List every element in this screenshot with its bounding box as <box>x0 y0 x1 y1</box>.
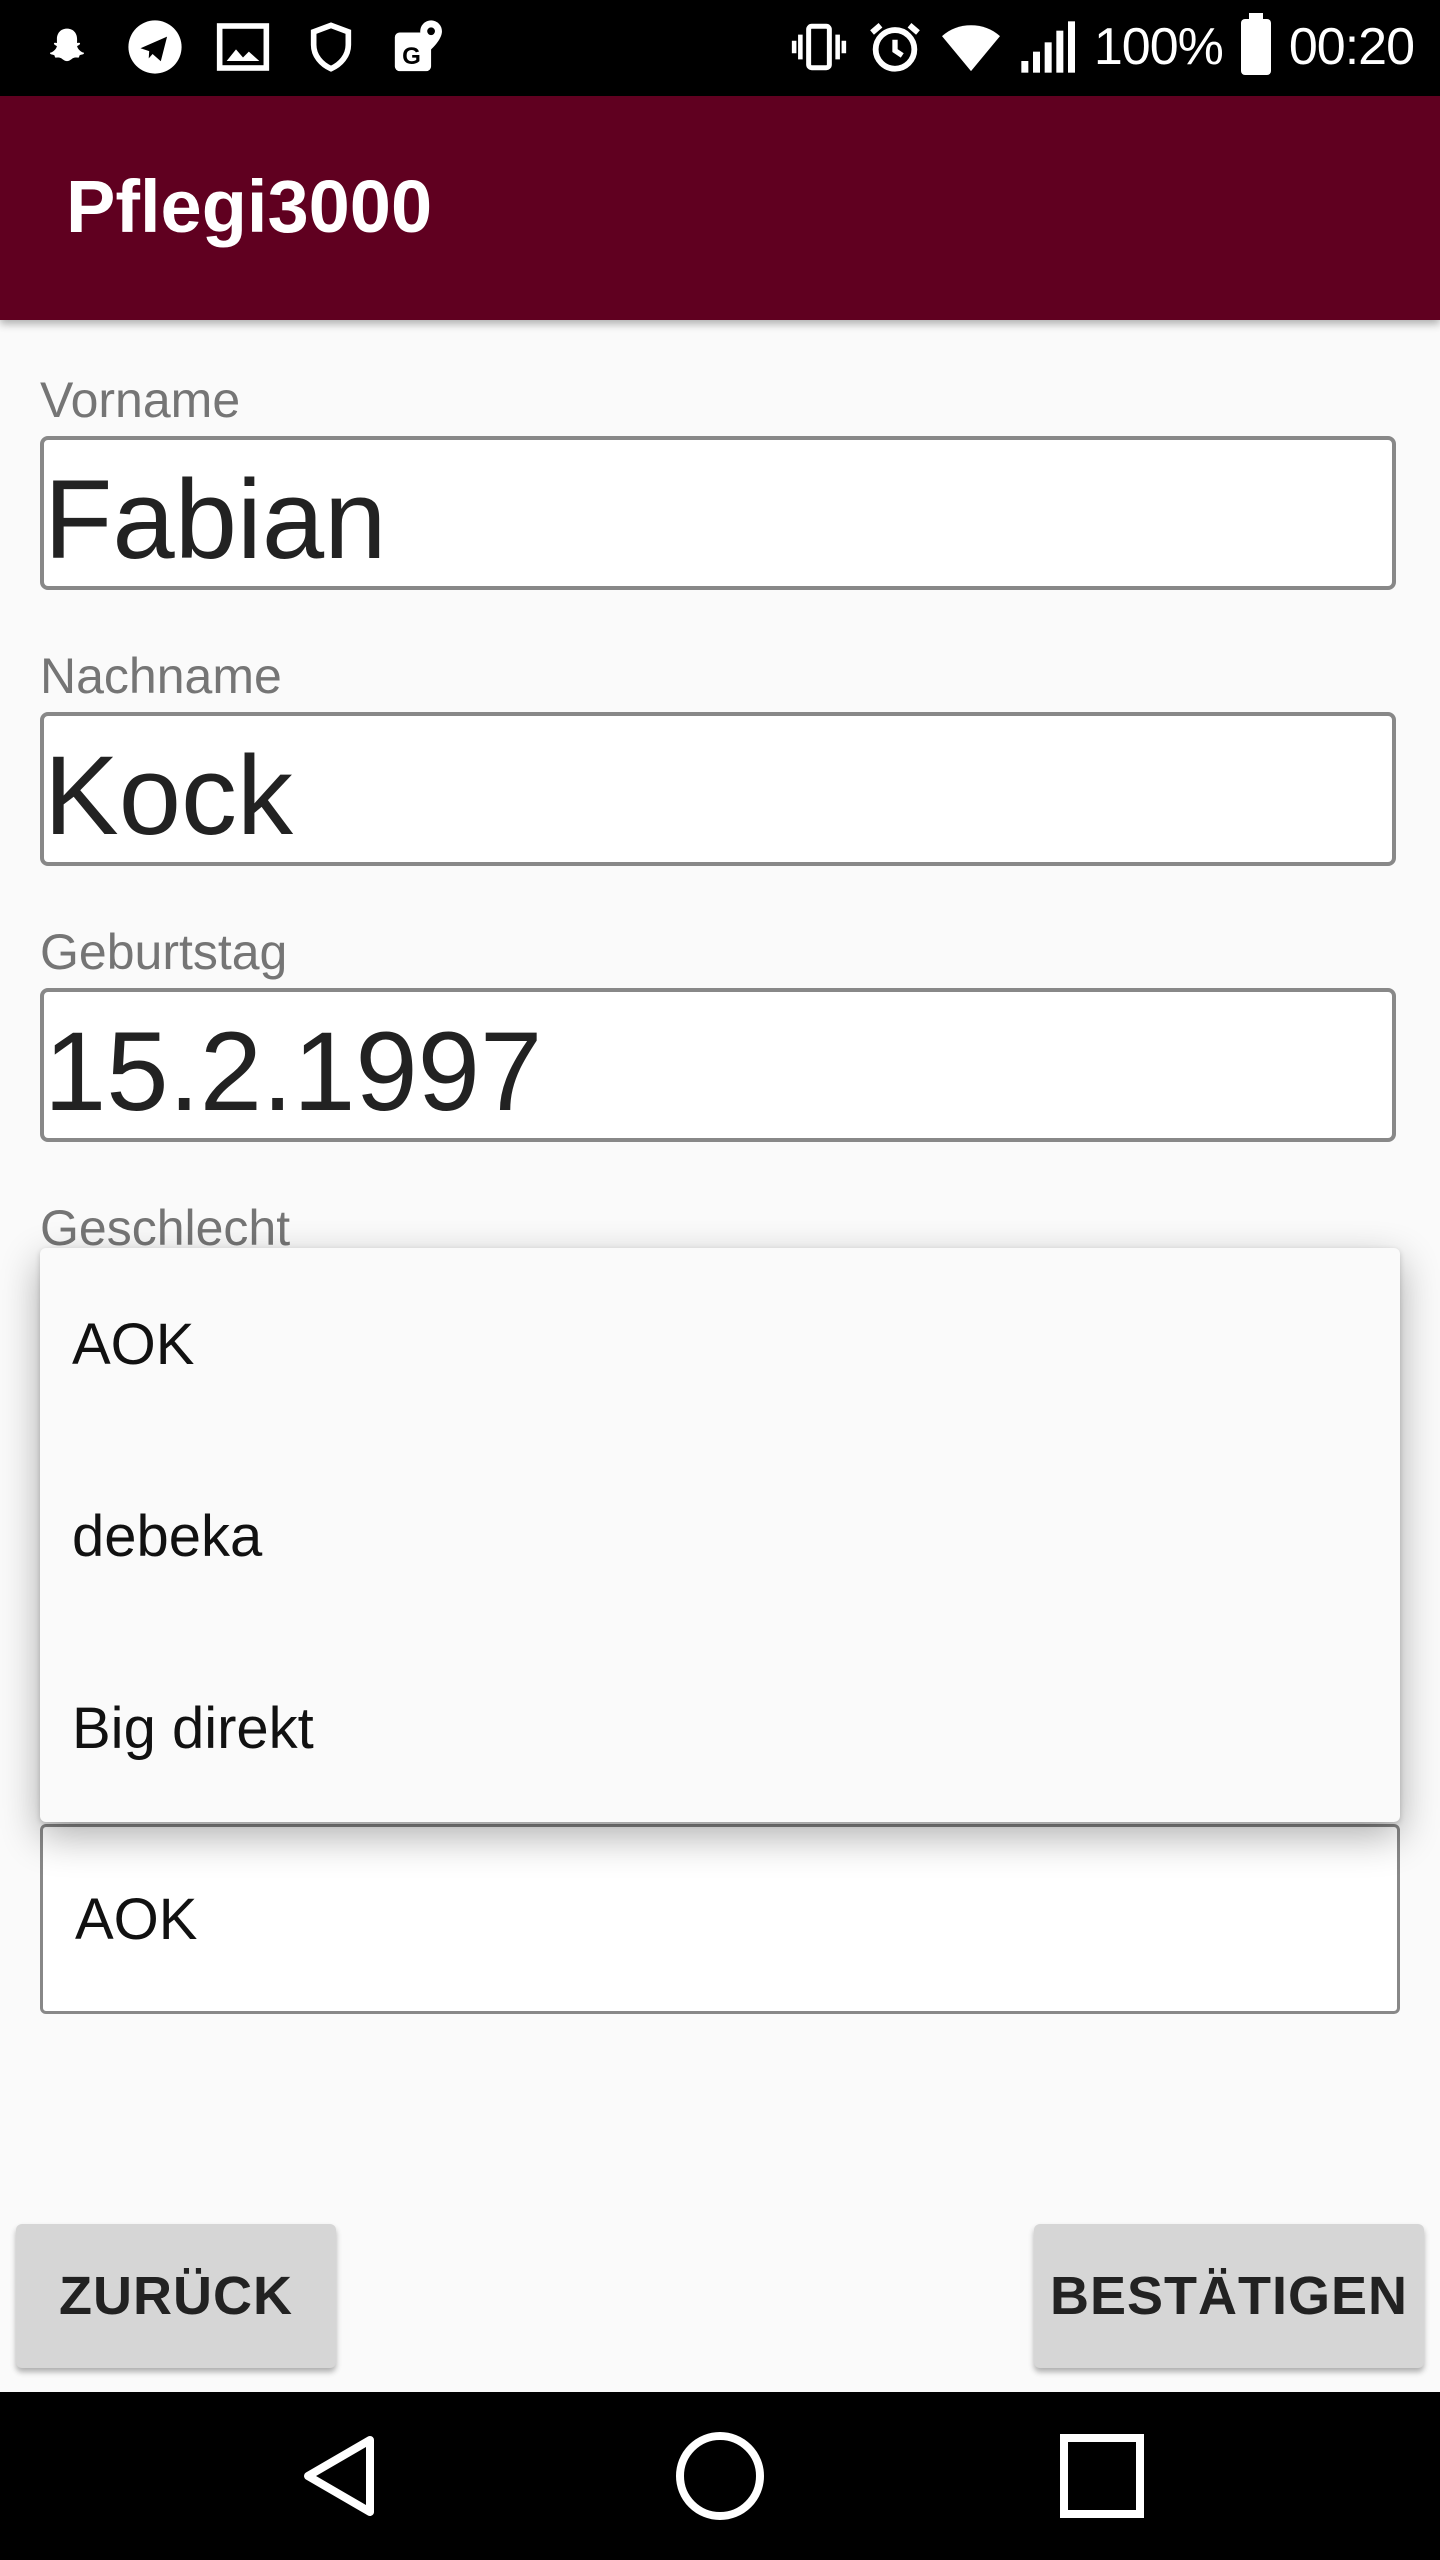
insurance-dropdown-menu: AOK debeka Big direkt <box>40 1248 1400 1822</box>
nachname-field[interactable]: Kock <box>40 712 1396 866</box>
geburtstag-field[interactable]: 15.2.1997 <box>40 988 1396 1142</box>
vibrate-icon <box>790 18 848 76</box>
maps-icon: G <box>390 18 448 76</box>
home-icon[interactable] <box>670 2426 770 2526</box>
nachname-value: Kock <box>44 733 293 858</box>
vorname-value: Fabian <box>44 457 387 582</box>
vorname-label: Vorname <box>40 372 241 428</box>
insurance-select-value: AOK <box>75 1887 198 1952</box>
telegram-icon <box>126 18 184 76</box>
insurance-select[interactable]: AOK <box>40 1824 1400 2014</box>
svg-text:G: G <box>402 43 421 70</box>
dropdown-option-aok[interactable]: AOK <box>72 1310 195 1380</box>
notification-icons: G <box>38 18 448 76</box>
geburtstag-label: Geburtstag <box>40 924 288 980</box>
battery-icon <box>1240 13 1271 75</box>
system-indicators: 100% 00:20 <box>790 13 1415 76</box>
back-icon[interactable] <box>290 2426 390 2526</box>
navigation-bar <box>0 2392 1440 2560</box>
shield-icon <box>302 18 360 76</box>
cell-signal-icon <box>1018 18 1076 76</box>
alarm-icon <box>866 18 924 76</box>
app-bar: Pflegi3000 <box>0 96 1440 320</box>
battery-percentage: 100% <box>1093 18 1224 76</box>
dropdown-option-debeka[interactable]: debeka <box>72 1502 262 1572</box>
back-button[interactable]: ZURÜCK <box>16 2224 336 2368</box>
app-title: Pflegi3000 <box>66 165 433 248</box>
vorname-field[interactable]: Fabian <box>40 436 1396 590</box>
confirm-button[interactable]: BESTÄTIGEN <box>1034 2224 1424 2368</box>
geburtstag-value: 15.2.1997 <box>44 1009 543 1134</box>
dropdown-option-big-direkt[interactable]: Big direkt <box>72 1694 314 1764</box>
snapchat-icon <box>38 18 96 76</box>
status-bar: G 100% 00:20 <box>0 0 1440 96</box>
recents-icon[interactable] <box>1052 2426 1152 2526</box>
clock: 00:20 <box>1288 18 1415 76</box>
nachname-label: Nachname <box>40 648 282 704</box>
gallery-icon <box>214 18 272 76</box>
wifi-icon <box>941 18 1000 76</box>
